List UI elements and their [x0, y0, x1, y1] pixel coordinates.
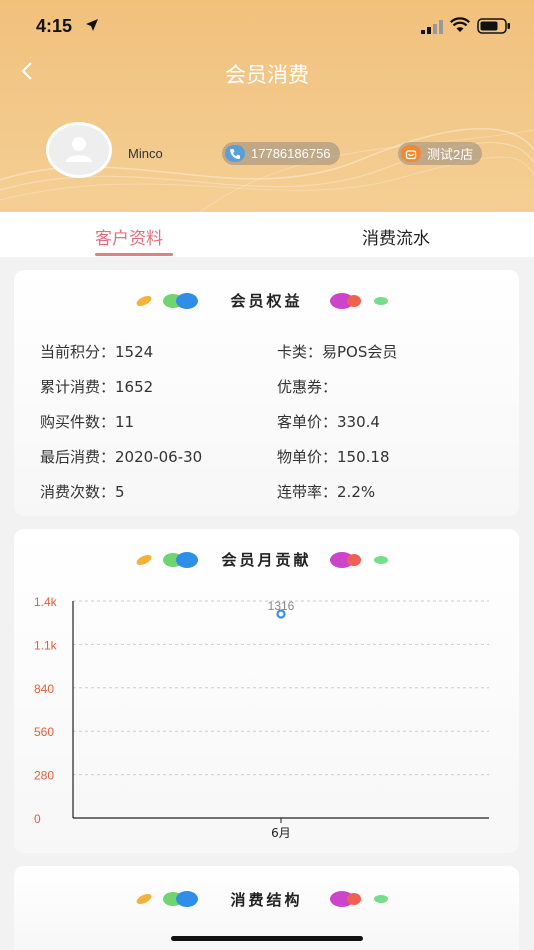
benefits-card-header: 会员权益 [14, 270, 519, 330]
y-tick-label: 840 [34, 682, 54, 696]
y-tick-label: 560 [34, 725, 54, 739]
phone-icon [225, 145, 245, 162]
tab-profile[interactable]: 客户资料 [95, 224, 163, 249]
tab-consumption-flow[interactable]: 消费流水 [362, 224, 430, 249]
member-name: Minco [128, 146, 163, 161]
y-tick-label: 1.1k [34, 638, 58, 652]
title-decoration-right-icon [330, 552, 388, 568]
info-last-purchase: 最后消费：2020-06-30 [40, 448, 203, 466]
monthly-title: 会员月贡献 [221, 551, 312, 569]
y-tick-label: 280 [34, 769, 54, 783]
wifi-icon [450, 17, 470, 32]
header: 4:15 会员消费 Minco 17786186756 测试2店 [0, 0, 534, 212]
y-tick-label: 1.4k [34, 595, 58, 609]
store-badge[interactable]: 测试2店 [398, 142, 483, 165]
info-avg-order: 客单价：330.4 [277, 413, 380, 431]
monthly-contribution-card: 会员月贡献 0 280 560 840 1.1k 1.4k 6月 1316 [14, 529, 519, 853]
page-title: 会员消费 [225, 63, 309, 87]
monthly-card-header: 会员月贡献 [14, 529, 519, 589]
avatar[interactable] [46, 122, 112, 178]
info-card-type: 卡类：易POS会员 [277, 343, 398, 361]
info-avg-item-price: 物单价：150.18 [277, 448, 390, 466]
info-attach-rate: 连带率：2.2% [277, 483, 376, 501]
benefits-title: 会员权益 [230, 292, 303, 310]
phone-badge[interactable]: 17786186756 [222, 142, 340, 165]
status-bar: 4:15 [0, 14, 534, 40]
tab-bar: 客户资料 消费流水 [0, 212, 534, 257]
info-coupons: 优惠券： [277, 378, 338, 396]
info-purchase-count: 消费次数：5 [40, 483, 125, 501]
title-decoration-right-icon [330, 293, 388, 309]
info-total-spend: 累计消费：1652 [40, 378, 154, 396]
store-name: 测试2店 [427, 147, 474, 162]
monthly-contribution-chart: 0 280 560 840 1.1k 1.4k 6月 1316 [34, 595, 489, 840]
store-icon [401, 145, 421, 162]
y-tick-label: 0 [34, 812, 41, 826]
default-avatar-icon [49, 125, 109, 175]
info-points: 当前积分：1524 [40, 343, 154, 361]
structure-card-header: 消费结构 [14, 866, 519, 926]
structure-title: 消费结构 [230, 891, 303, 909]
signal-icon [421, 20, 443, 34]
data-label: 1316 [268, 599, 295, 613]
x-tick-label: 6月 [271, 826, 291, 840]
active-tab-indicator [95, 253, 173, 256]
benefits-card: 会员权益 当前积分：1524 累计消费：1652 购买件数：11 最后消费：20… [14, 270, 519, 516]
battery-icon [477, 18, 510, 34]
title-decoration-right-icon [330, 891, 388, 907]
status-time: 4:15 [36, 16, 73, 36]
home-indicator[interactable] [171, 936, 363, 941]
phone-number: 17786186756 [251, 146, 331, 161]
location-arrow-icon [86, 19, 98, 31]
info-items-bought: 购买件数：11 [40, 413, 135, 431]
